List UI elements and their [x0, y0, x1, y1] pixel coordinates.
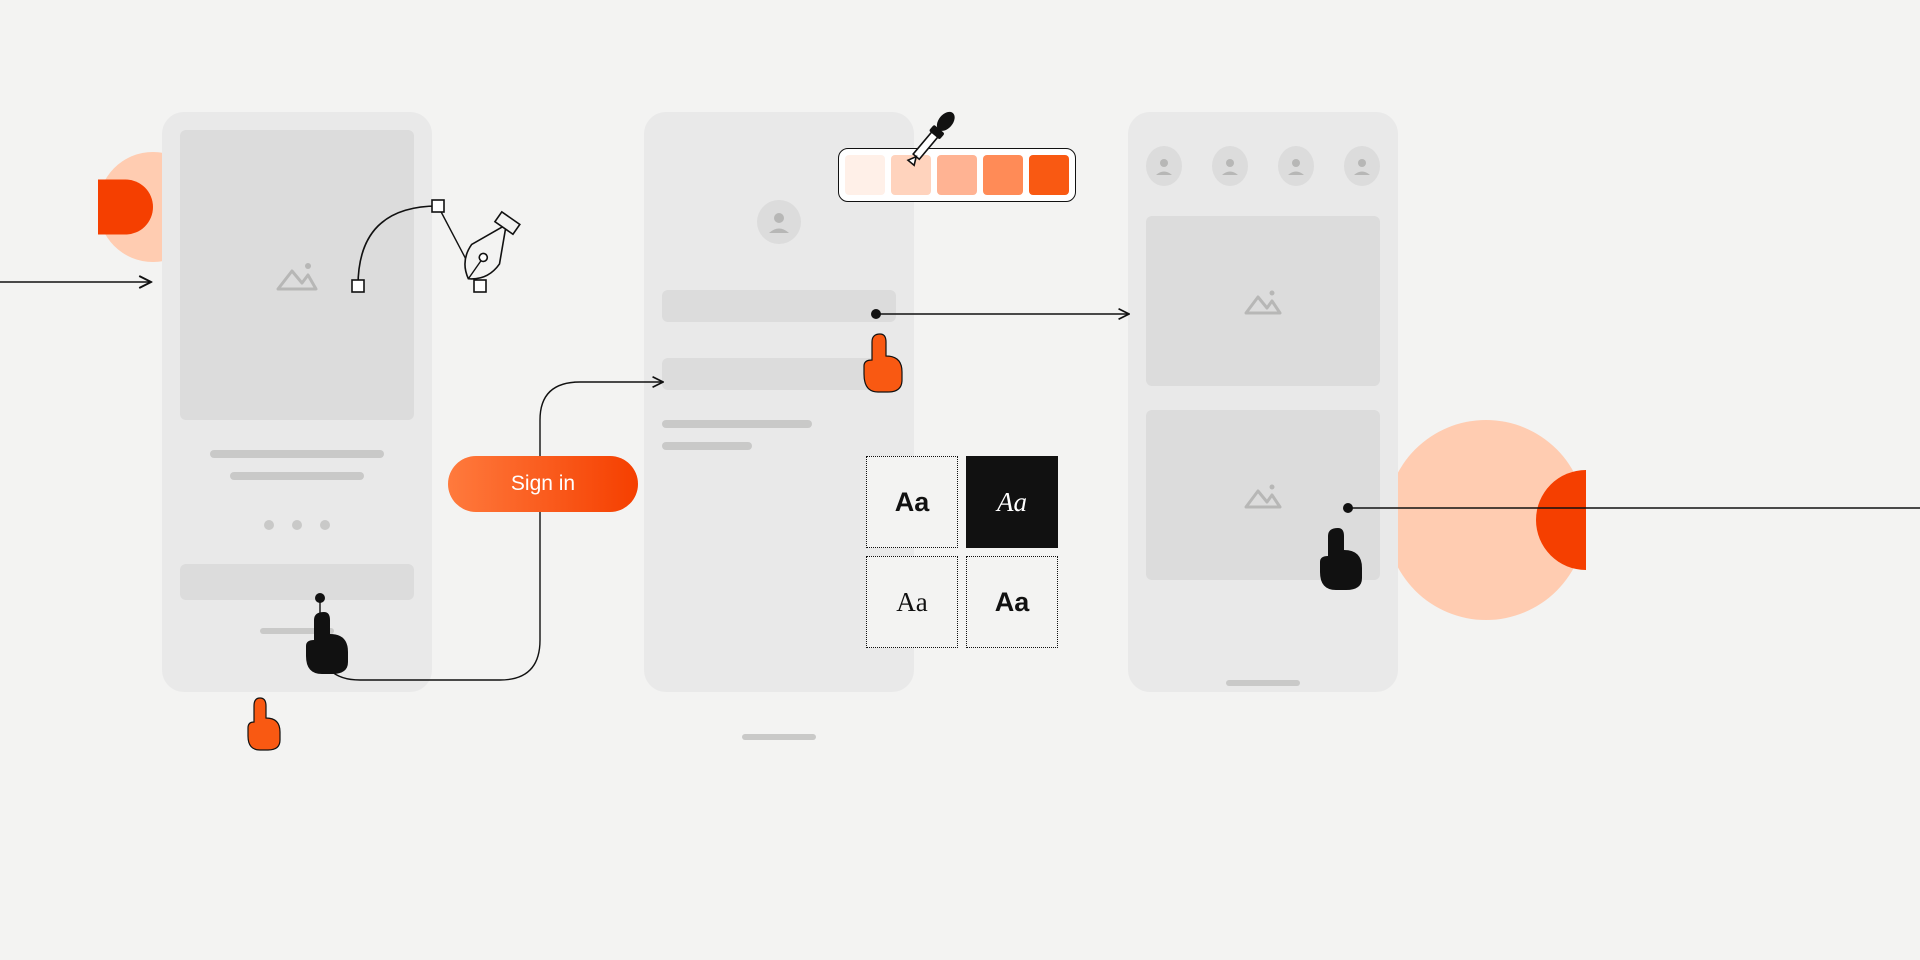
dot-icon — [320, 520, 330, 530]
button-placeholder[interactable] — [180, 564, 414, 600]
font-selector[interactable]: Aa Aa Aa Aa — [866, 456, 1058, 648]
text-line — [230, 472, 364, 480]
font-sample-script-selected[interactable]: Aa — [966, 456, 1058, 548]
font-sample-serif[interactable]: Aa — [866, 556, 958, 648]
accent-sun-right-icon — [1386, 420, 1586, 620]
text-line — [662, 420, 812, 428]
sign-in-button[interactable]: Sign in — [448, 456, 638, 512]
image-card — [1146, 216, 1380, 386]
image-icon — [272, 255, 322, 295]
text-line — [210, 450, 384, 458]
dot-icon — [292, 520, 302, 530]
image-icon — [1241, 283, 1285, 319]
swatch[interactable] — [1029, 155, 1069, 195]
sign-in-label: Sign in — [511, 472, 575, 496]
page-indicator-dots — [180, 520, 414, 530]
mockup-right — [1128, 112, 1398, 692]
home-indicator — [1226, 680, 1300, 686]
text-line — [662, 442, 752, 450]
dot-icon — [264, 520, 274, 530]
swatch[interactable] — [845, 155, 885, 195]
user-icon — [1153, 155, 1175, 177]
font-sample-sans[interactable]: Aa — [866, 456, 958, 548]
avatar-placeholder — [1344, 146, 1380, 186]
user-icon — [1219, 155, 1241, 177]
font-sample-bold[interactable]: Aa — [966, 556, 1058, 648]
touch-pointer-orange-icon — [858, 330, 910, 394]
pointer-black-icon — [1314, 524, 1370, 594]
avatar-placeholder — [1278, 146, 1314, 186]
pen-nib-icon — [440, 210, 530, 300]
eyedropper-icon — [896, 104, 966, 174]
avatar-placeholder — [1212, 146, 1248, 186]
touch-pointer-orange-icon — [240, 692, 288, 752]
image-icon — [1241, 477, 1285, 513]
swatch[interactable] — [983, 155, 1023, 195]
user-icon — [1285, 155, 1307, 177]
avatar-row — [1146, 146, 1380, 186]
avatar-placeholder — [757, 200, 801, 244]
user-icon — [766, 209, 792, 235]
design-workflow-diagram: Sign in Aa Aa Aa Aa — [0, 0, 1920, 960]
avatar-placeholder — [1146, 146, 1182, 186]
pointer-black-icon — [300, 608, 356, 678]
input-field[interactable] — [662, 290, 896, 322]
home-indicator — [742, 734, 816, 740]
user-icon — [1351, 155, 1373, 177]
